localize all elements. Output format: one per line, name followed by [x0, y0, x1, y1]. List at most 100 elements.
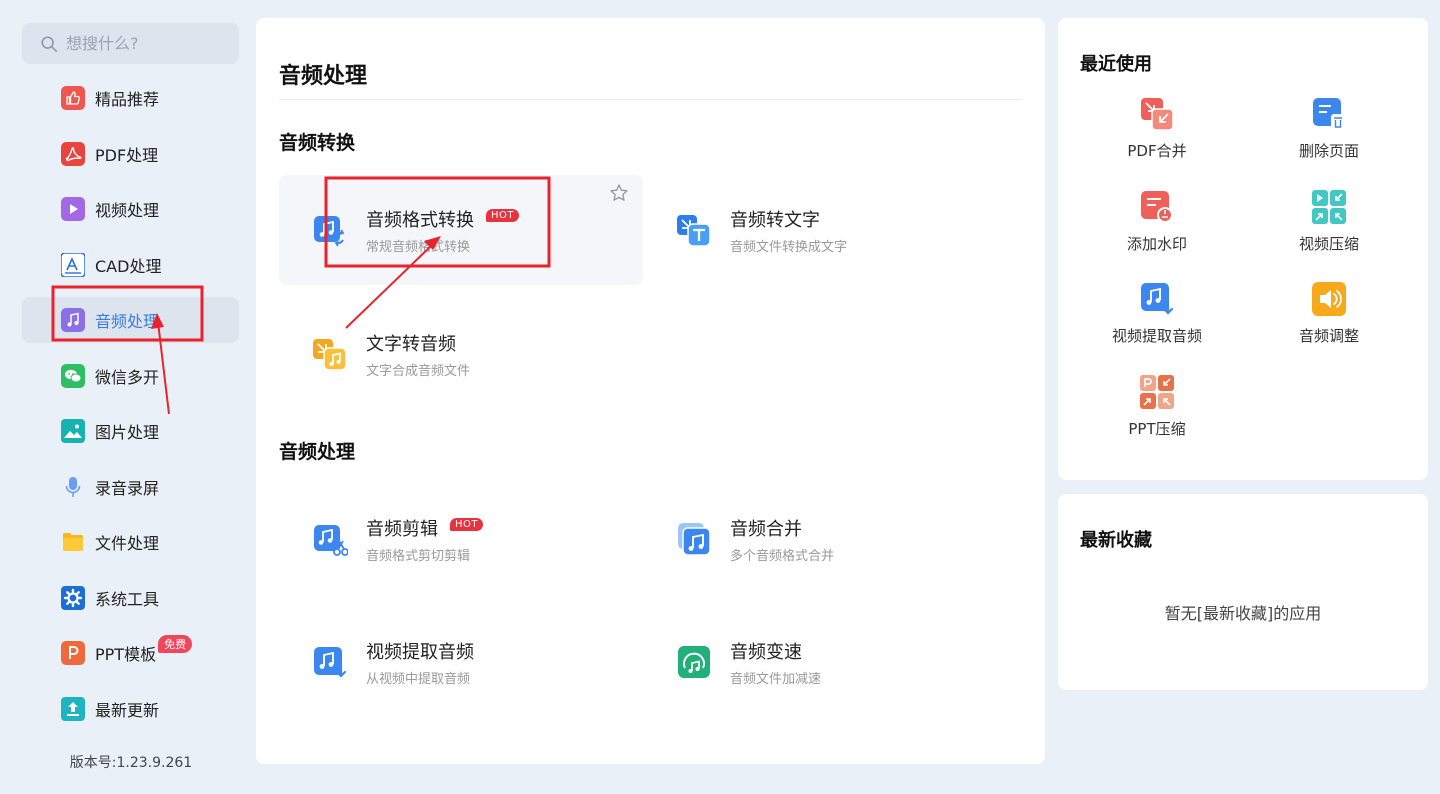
sidebar-item-label: PDF处理: [95, 146, 159, 165]
ppt-icon: [61, 641, 85, 665]
page-title: 音频处理: [279, 64, 368, 89]
audio-merge-icon: [676, 521, 712, 557]
sidebar-item-label: CAD处理: [95, 257, 162, 276]
audio-speed-icon: [676, 644, 712, 680]
audio-cut-icon: [312, 521, 349, 557]
extract-audio-icon: [312, 644, 348, 680]
sidebar: 精品推荐 PDF处理 视频处理 CAD处理 音频处理 微信多开: [0, 0, 256, 794]
sidebar-item-pdf[interactable]: PDF处理: [22, 131, 239, 177]
music-note-icon: [61, 308, 85, 332]
sidebar-item-label: 文件处理: [95, 534, 160, 553]
sidebar-item-label: 精品推荐: [95, 90, 160, 109]
recent-item-label: 视频提取音频: [1111, 327, 1202, 345]
sidebar-item-image[interactable]: 图片处理: [22, 408, 239, 454]
folder-icon: [61, 530, 85, 554]
star-icon[interactable]: [609, 183, 629, 203]
sidebar-item-label: 音频处理: [95, 312, 160, 331]
ppt-compress-icon: [1139, 374, 1175, 410]
tool-desc: 常规音频格式转换: [366, 239, 471, 255]
sidebar-item-recording[interactable]: 录音录屏: [22, 464, 239, 510]
free-badge: 免费: [158, 635, 193, 653]
tool-desc: 多个音频格式合并: [730, 548, 835, 564]
sidebar-item-recommended[interactable]: 精品推荐: [22, 75, 239, 121]
tool-audio-speed[interactable]: 音频变速 音频文件加减速: [643, 607, 1007, 717]
text-to-audio-icon: [312, 336, 348, 372]
recent-item-label: PPT压缩: [1128, 420, 1186, 438]
play-icon: [61, 197, 85, 221]
tool-name: 音频格式转换: [366, 209, 474, 231]
hot-badge: HOT: [450, 517, 483, 531]
search-icon: [41, 35, 58, 52]
sidebar-item-ppt-template[interactable]: PPT模板 免费: [22, 630, 239, 676]
sidebar-item-label: PPT模板: [95, 645, 157, 664]
hot-badge: HOT: [486, 208, 519, 222]
divider: [279, 99, 1022, 100]
search-input[interactable]: [66, 34, 226, 53]
tool-desc: 音频文件加减速: [730, 671, 822, 687]
version-label: 版本号:1.23.9.261: [69, 755, 193, 771]
pdf-merge-icon: [1139, 96, 1175, 132]
sidebar-item-label: 视频处理: [95, 201, 160, 220]
empty-state-text: 暂无[最新收藏]的应用: [1164, 604, 1322, 623]
tool-text-to-audio[interactable]: 文字转音频 文字合成音频文件: [279, 299, 643, 409]
gear-icon: [61, 586, 85, 610]
tool-name: 视频提取音频: [366, 641, 474, 663]
recent-item-video-extract-audio[interactable]: 视频提取音频: [1072, 281, 1242, 346]
recent-item-add-watermark[interactable]: 添加水印: [1072, 189, 1242, 254]
recent-item-video-compress[interactable]: 视频压缩: [1244, 189, 1414, 254]
tool-desc: 音频文件转换成文字: [730, 239, 848, 255]
recent-item-label: 删除页面: [1298, 142, 1359, 160]
favorites-panel: 最新收藏 暂无[最新收藏]的应用: [1058, 494, 1428, 690]
speaker-icon: [1311, 281, 1347, 317]
panel-title: 最近使用: [1080, 54, 1152, 75]
cad-icon: [61, 253, 85, 277]
tool-audio-cut[interactable]: 音频剪辑 HOT 音频格式剪切剪辑: [279, 484, 643, 594]
tool-name: 音频剪辑: [366, 518, 438, 540]
thumbs-up-icon: [61, 86, 85, 110]
tool-name: 文字转音频: [366, 333, 456, 355]
sidebar-item-cad[interactable]: CAD处理: [22, 242, 239, 288]
sidebar-item-system-tools[interactable]: 系统工具: [22, 575, 239, 621]
section-title: 音频转换: [279, 132, 356, 154]
recent-item-label: 添加水印: [1126, 235, 1187, 253]
sidebar-item-label: 最新更新: [95, 701, 160, 720]
sidebar-item-latest-update[interactable]: 最新更新: [22, 686, 239, 732]
audio-convert-icon: [312, 212, 348, 248]
image-icon: [61, 419, 85, 443]
recent-item-label: PDF合并: [1127, 142, 1187, 160]
tool-video-extract-audio[interactable]: 视频提取音频 从视频中提取音频: [279, 607, 643, 717]
main-panel: 音频处理 音频转换 音频格式转换 HOT 常规音频格式转换 音频转文字 音频文件转…: [256, 18, 1045, 764]
recent-item-label: 音频调整: [1298, 327, 1359, 345]
search-box[interactable]: [22, 23, 239, 64]
microphone-icon: [61, 475, 85, 499]
tool-desc: 文字合成音频文件: [366, 363, 471, 379]
sidebar-item-label: 图片处理: [95, 423, 160, 442]
tool-audio-to-text[interactable]: 音频转文字 音频文件转换成文字: [643, 175, 1007, 285]
recent-item-label: 视频压缩: [1298, 235, 1359, 253]
recent-item-delete-page[interactable]: 删除页面: [1244, 96, 1414, 161]
wechat-icon: [61, 364, 85, 388]
upload-icon: [61, 697, 85, 721]
recent-item-ppt-compress[interactable]: PPT压缩: [1072, 374, 1242, 439]
tool-audio-merge[interactable]: 音频合并 多个音频格式合并: [643, 484, 1007, 594]
tool-audio-format-convert[interactable]: 音频格式转换 HOT 常规音频格式转换: [279, 175, 643, 285]
delete-page-icon: [1311, 96, 1347, 132]
sidebar-item-wechat[interactable]: 微信多开: [22, 353, 239, 399]
tool-name: 音频合并: [730, 518, 802, 540]
audio-to-text-icon: [676, 212, 712, 248]
sidebar-item-label: 系统工具: [95, 590, 160, 609]
video-compress-icon: [1311, 189, 1347, 225]
sidebar-item-label: 微信多开: [95, 368, 160, 387]
sidebar-item-audio[interactable]: 音频处理: [22, 297, 239, 343]
sidebar-item-video[interactable]: 视频处理: [22, 186, 239, 232]
tool-desc: 从视频中提取音频: [366, 671, 471, 687]
extract-audio-icon: [1139, 281, 1175, 317]
sidebar-item-files[interactable]: 文件处理: [22, 519, 239, 565]
recent-panel: 最近使用 PDF合并 删除页面 添加水印 视频压缩 视频提取音频 音频调整 PP…: [1058, 18, 1428, 480]
tool-name: 音频变速: [730, 641, 802, 663]
recent-item-audio-adjust[interactable]: 音频调整: [1244, 281, 1414, 346]
panel-title: 最新收藏: [1080, 530, 1152, 551]
pdf-icon: [61, 142, 85, 166]
recent-item-pdf-merge[interactable]: PDF合并: [1072, 96, 1242, 161]
watermark-icon: [1139, 189, 1175, 225]
